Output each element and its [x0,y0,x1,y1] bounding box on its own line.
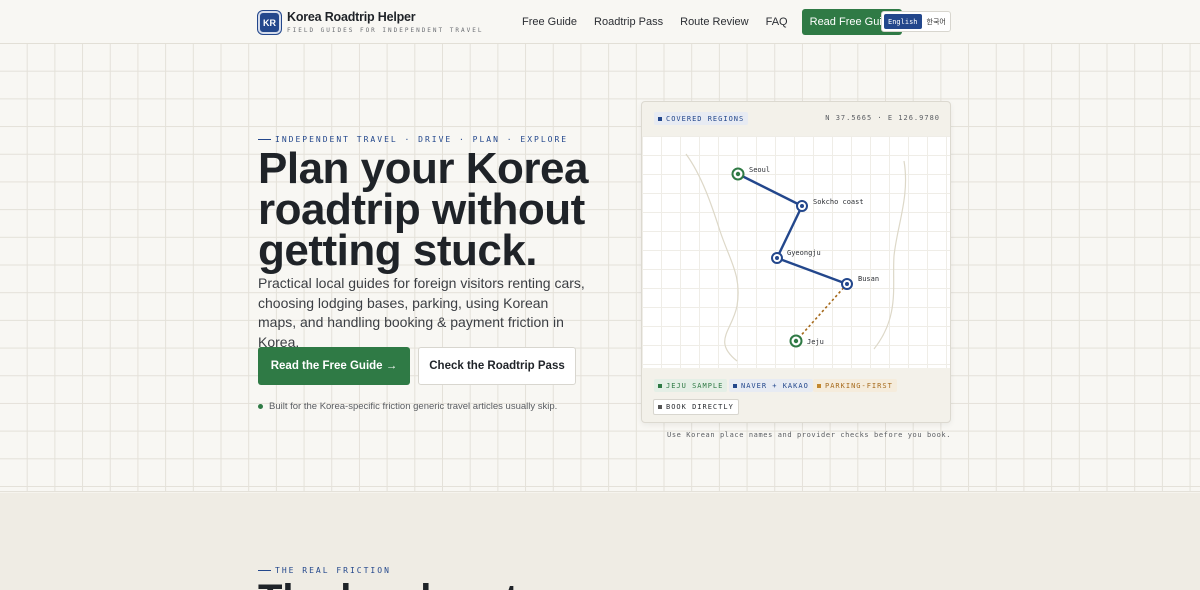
lang-korean-button[interactable]: 한국어 [927,17,946,27]
label-jeju: Jeju [807,338,824,346]
covered-regions-label: COVERED REGIONS [666,114,745,123]
section2-eyebrow-text: THE REAL FRICTION [275,566,391,575]
hero-section: INDEPENDENT TRAVEL · DRIVE · PLAN · EXPL… [0,44,1200,492]
hero-description: Practical local guides for foreign visit… [258,275,585,350]
tag-book-directly-label: BOOK DIRECTLY [666,403,734,411]
tag-naver-kakao-label: NAVER + KAKAO [741,381,809,390]
node-gyeongju[interactable] [771,252,783,264]
route-map: Seoul Sokcho coast Gyeongju Busan Jeju [642,136,950,368]
label-sokcho: Sokcho coast [813,198,864,206]
site-header: KR Korea Roadtrip Helper FIELD GUIDES FO… [0,0,1200,44]
check-roadtrip-pass-button[interactable]: Check the Roadtrip Pass [418,347,576,385]
brand-logo[interactable]: KR Korea Roadtrip Helper FIELD GUIDES FO… [258,10,483,34]
node-busan[interactable] [841,278,853,290]
hero-title-line-3: getting stuck. [258,226,538,275]
label-seoul: Seoul [749,166,770,174]
tag-naver-kakao: NAVER + KAKAO [729,379,813,392]
brand-title: Korea Roadtrip Helper [287,10,416,24]
route-line [737,172,848,286]
node-seoul[interactable] [731,167,745,181]
brand-text: Korea Roadtrip Helper FIELD GUIDES FOR I… [287,10,483,34]
hero-title: Plan your Korea roadtrip without getting… [258,147,618,273]
east-coastline [873,160,907,350]
route-map-svg: Seoul Sokcho coast Gyeongju Busan Jeju [685,153,907,362]
ferry-route-line [795,283,848,342]
map-caption: Use Korean place names and provider chec… [667,431,952,439]
nav-faq[interactable]: FAQ [766,16,788,28]
brand-subtitle: FIELD GUIDES FOR INDEPENDENT TRAVEL [287,27,484,34]
brand-badge: KR [258,11,281,34]
node-sokcho[interactable] [796,200,808,212]
west-coastline [685,153,739,362]
real-friction-section: THE REAL FRICTION The local part [0,493,1200,590]
tag-parking-first: PARKING-FIRST [813,379,897,392]
eyebrow-line [258,570,271,571]
eyebrow-line [258,139,271,140]
nav-roadtrip-pass[interactable]: Roadtrip Pass [594,16,663,28]
tag-book-directly: BOOK DIRECTLY [653,399,739,415]
hero-note-text: Built for the Korea-specific friction ge… [269,401,558,412]
hero-note: Built for the Korea-specific friction ge… [258,401,557,412]
tag-jeju-sample-label: JEJU SAMPLE [666,381,724,390]
section2-title: The local part [258,579,518,590]
coordinates-readout: N 37.5665 · E 126.9780 [825,114,940,122]
square-bullet-icon [658,383,662,388]
hero-eyebrow: INDEPENDENT TRAVEL · DRIVE · PLAN · EXPL… [258,135,568,144]
node-jeju[interactable] [789,334,803,348]
main-nav: Free Guide Roadtrip Pass Route Review FA… [522,9,903,35]
label-gyeongju: Gyeongju [787,249,821,257]
tag-parking-first-label: PARKING-FIRST [825,381,893,390]
nav-route-review[interactable]: Route Review [680,16,748,28]
label-busan: Busan [858,275,879,283]
green-dot-icon [258,404,263,409]
square-bullet-icon [817,383,821,388]
route-map-card: COVERED REGIONS N 37.5665 · E 126.9780 S… [641,101,951,423]
section2-eyebrow: THE REAL FRICTION [258,566,391,575]
language-switcher: English 한국어 [881,11,951,32]
map-card-header: COVERED REGIONS N 37.5665 · E 126.9780 [642,102,950,136]
tag-jeju-sample: JEJU SAMPLE [654,379,728,392]
square-bullet-icon [658,405,662,409]
read-the-free-guide-button[interactable]: Read the Free Guide → [258,347,410,385]
nav-free-guide[interactable]: Free Guide [522,16,577,28]
covered-regions-chip: COVERED REGIONS [654,112,749,125]
square-bullet-icon [733,383,737,388]
lang-english-button[interactable]: English [884,14,922,29]
square-bullet-icon [658,116,662,121]
hero-eyebrow-text: INDEPENDENT TRAVEL · DRIVE · PLAN · EXPL… [275,135,569,144]
